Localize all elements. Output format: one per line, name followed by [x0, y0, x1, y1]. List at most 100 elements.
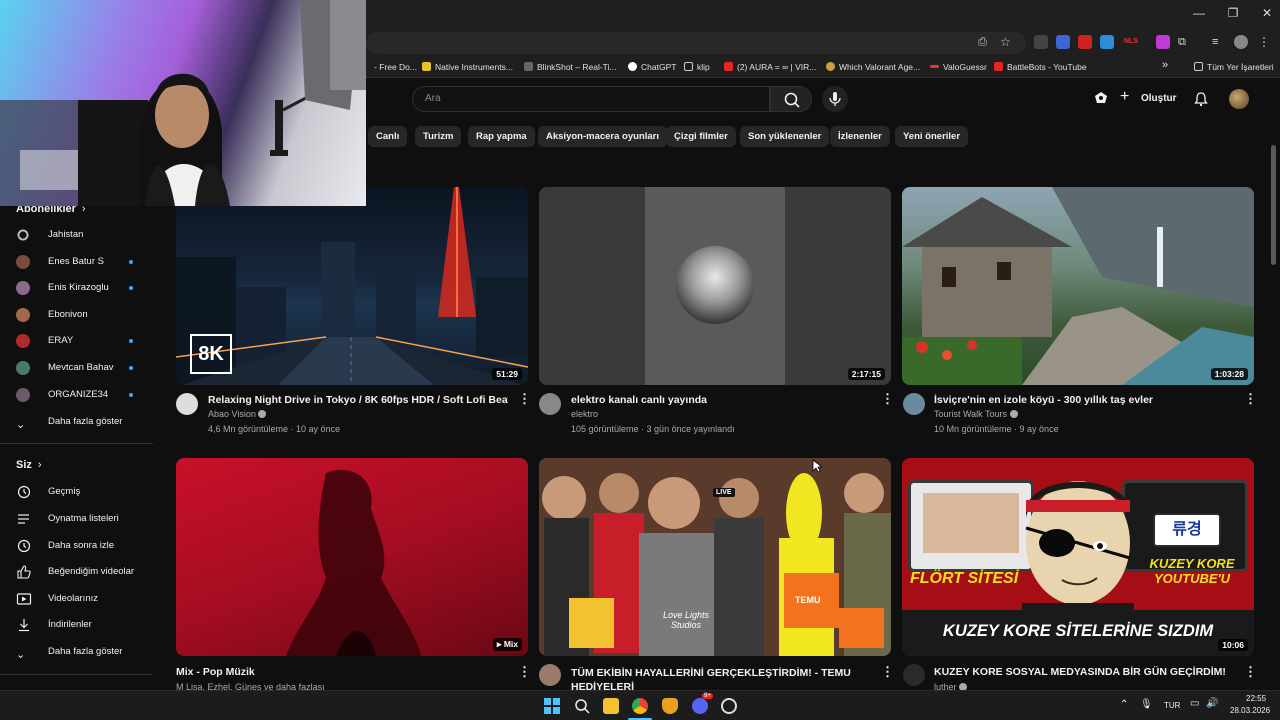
chip-filter[interactable]: İzlenenler: [830, 126, 890, 147]
all-bookmarks-folder[interactable]: Tüm Yer İşaretleri: [1194, 62, 1274, 72]
extension-icon[interactable]: [1100, 35, 1114, 49]
discord-icon[interactable]: [692, 698, 708, 714]
clock-date[interactable]: 28.03.2026: [1230, 706, 1270, 715]
voice-search-button[interactable]: [822, 86, 848, 112]
search-input[interactable]: Ara: [412, 86, 770, 112]
browser-menu-icon[interactable]: ⋮: [1258, 35, 1272, 49]
video-title[interactable]: İsviçre'nin en izole köyü - 300 yıllık t…: [934, 394, 1234, 406]
minimize-icon[interactable]: —: [1184, 6, 1214, 20]
tray-chevron-icon[interactable]: ⌃: [1120, 699, 1128, 710]
video-title[interactable]: KUZEY KORE SOSYAL MEDYASINDA BİR GÜN GEÇ…: [934, 666, 1234, 678]
video-title[interactable]: Relaxing Night Drive in Tokyo / 8K 60fps…: [208, 394, 508, 406]
brave-icon[interactable]: [662, 698, 678, 714]
account-avatar[interactable]: [1229, 89, 1249, 109]
sidebar-subscription[interactable]: ORGANIZE34: [16, 385, 156, 405]
extension-icon[interactable]: [1056, 35, 1070, 49]
video-thumbnail[interactable]: 1:03:28: [902, 187, 1254, 385]
reading-list-icon[interactable]: ≡: [1212, 35, 1226, 49]
extension-icon[interactable]: [1034, 35, 1048, 49]
bookmark-item[interactable]: (2) AURA = ∞ | VIR...: [724, 62, 816, 72]
more-options-icon[interactable]: ⋮: [881, 664, 894, 680]
sidebar-show-more[interactable]: ⌄ Daha fazla göster: [16, 412, 156, 432]
sidebar-subscription[interactable]: Enes Batur S: [16, 252, 156, 272]
channel-name[interactable]: elektro: [571, 409, 598, 419]
microphone-icon[interactable]: 🎙: [1140, 699, 1153, 710]
channel-name[interactable]: Tourist Walk Tours: [934, 409, 1018, 419]
more-options-icon[interactable]: ⋮: [1244, 664, 1257, 680]
windows-start-icon[interactable]: [544, 698, 560, 714]
sidebar-show-more[interactable]: ⌄ Daha fazla göster: [16, 642, 156, 662]
channel-avatar[interactable]: [176, 393, 198, 415]
file-explorer-icon[interactable]: [603, 698, 619, 714]
sidebar-item-liked-videos[interactable]: Beğendiğim videolar: [16, 562, 156, 582]
close-window-icon[interactable]: ✕: [1252, 6, 1280, 20]
video-thumbnail[interactable]: 8K 51:29: [176, 187, 528, 385]
sidebar-item-downloads[interactable]: İndirilenler: [16, 615, 156, 635]
bookmark-item[interactable]: BlinkShot – Real-Ti...: [524, 62, 617, 72]
extension-icon[interactable]: [1078, 35, 1092, 49]
bookmark-item[interactable]: klip: [684, 62, 710, 72]
page-scrollbar[interactable]: [1271, 145, 1276, 265]
bookmarks-overflow-icon[interactable]: »: [1162, 59, 1168, 71]
duration-badge: 2:17:15: [847, 368, 885, 380]
bookmark-star-icon[interactable]: ☆: [1000, 35, 1011, 49]
channel-avatar[interactable]: [539, 664, 561, 686]
video-thumbnail[interactable]: 류경 FLÖRT SİTESİ KUZEY KORE YOUTUBE'U KUZ…: [902, 458, 1254, 656]
bookmark-item[interactable]: Native Instruments...: [422, 62, 513, 72]
bookmark-item[interactable]: - Free Do...: [374, 62, 417, 72]
puzzle-icon[interactable]: ⧉: [1178, 35, 1192, 49]
chip-filter[interactable]: Yeni öneriler: [895, 126, 969, 147]
profile-icon[interactable]: [1234, 35, 1248, 49]
more-options-icon[interactable]: ⋮: [518, 664, 531, 680]
restore-icon[interactable]: ❐: [1218, 6, 1248, 20]
network-icon[interactable]: ▭: [1190, 698, 1199, 709]
channel-avatar[interactable]: [903, 393, 925, 415]
sidebar-subscription[interactable]: Enis Kirazoglu: [16, 278, 156, 298]
channel-name[interactable]: Abao Vision: [208, 409, 267, 419]
extension-icon[interactable]: NLS: [1124, 35, 1138, 49]
omnibox[interactable]: ⎙ ☆: [366, 32, 1026, 54]
app-icon[interactable]: [721, 698, 737, 714]
chip-filter[interactable]: Rap yapma: [468, 126, 535, 147]
chip-filter[interactable]: Turizm: [415, 126, 462, 147]
search-icon[interactable]: [574, 698, 590, 714]
sidebar-item-your-videos[interactable]: Videolarınız: [16, 589, 156, 609]
sidebar-subscription[interactable]: Mevtcan Bahav: [16, 358, 156, 378]
you-heading[interactable]: Siz ›: [16, 459, 42, 471]
bookmark-item[interactable]: ChatGPT: [628, 62, 676, 72]
search-button[interactable]: [770, 86, 812, 112]
volume-icon[interactable]: 🔊: [1206, 698, 1218, 709]
sidebar-subscription[interactable]: Jahistan: [16, 225, 156, 245]
sidebar-subscription[interactable]: ERAY: [16, 331, 156, 351]
clock-time[interactable]: 22:55: [1246, 694, 1266, 703]
video-thumbnail[interactable]: ⫸ Mix: [176, 458, 528, 656]
chip-filter[interactable]: Son yüklenenler: [740, 126, 830, 147]
cast-icon[interactable]: [1093, 91, 1109, 107]
bookmark-item[interactable]: Which Valorant Age...: [826, 62, 920, 72]
install-app-icon[interactable]: ⎙: [978, 36, 987, 49]
video-thumbnail[interactable]: 2:17:15: [539, 187, 891, 385]
more-options-icon[interactable]: ⋮: [518, 391, 531, 407]
sidebar-item-watch-later[interactable]: Daha sonra izle: [16, 536, 156, 556]
show-more-label: Daha fazla göster: [48, 646, 123, 657]
more-options-icon[interactable]: ⋮: [881, 391, 894, 407]
chip-filter[interactable]: Çizgi filmler: [666, 126, 736, 147]
more-options-icon[interactable]: ⋮: [1244, 391, 1257, 407]
bookmark-item[interactable]: ValoGuessr: [930, 62, 987, 72]
video-thumbnail[interactable]: TEMU Love Lights Studios LIVE: [539, 458, 891, 656]
sidebar-item-history[interactable]: Geçmiş: [16, 482, 156, 502]
chip-filter[interactable]: Aksiyon-macera oyunları: [538, 126, 667, 147]
chrome-icon[interactable]: [632, 698, 648, 714]
notifications-button[interactable]: [1193, 91, 1209, 112]
bookmark-item[interactable]: BattleBots - YouTube: [994, 62, 1087, 72]
video-title[interactable]: Mix - Pop Müzik: [176, 666, 476, 678]
sidebar-item-playlists[interactable]: Oynatma listeleri: [16, 509, 156, 529]
channel-avatar[interactable]: [903, 664, 925, 686]
chip-filter[interactable]: Canlı: [368, 126, 408, 147]
video-title[interactable]: elektro kanalı canlı yayında: [571, 394, 871, 406]
language-indicator[interactable]: TUR: [1164, 701, 1180, 710]
channel-avatar[interactable]: [539, 393, 561, 415]
extension-icon[interactable]: [1156, 35, 1170, 49]
sidebar-subscription[interactable]: Ebonivon: [16, 305, 156, 325]
temu-logo: TEMU: [795, 595, 821, 605]
